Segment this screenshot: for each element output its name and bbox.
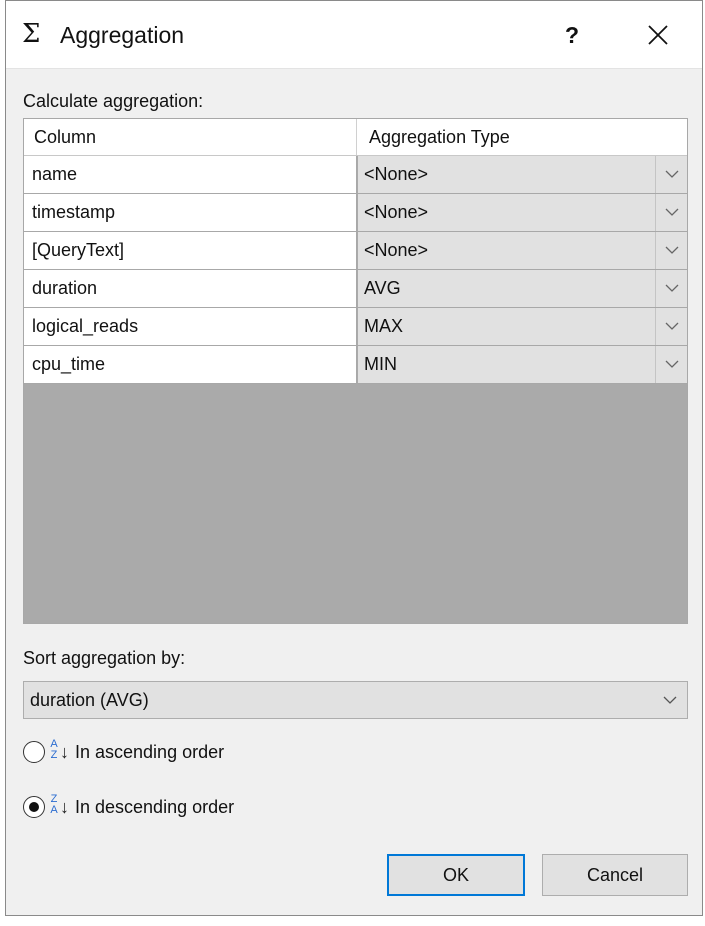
aggregation-grid: Column Aggregation Type name <None> timest…	[23, 118, 688, 624]
table-row: logical_reads MAX	[24, 308, 687, 346]
help-button[interactable]: ?	[552, 15, 592, 55]
chevron-down-icon	[665, 284, 679, 292]
aggregation-type-value: <None>	[364, 164, 429, 184]
close-icon	[648, 25, 668, 45]
column-header[interactable]: Column	[24, 119, 357, 155]
radio-descending-circle[interactable]	[23, 796, 45, 818]
close-button[interactable]	[636, 13, 680, 57]
aggregation-type-value: MIN	[364, 354, 397, 374]
chevron-down-icon	[665, 246, 679, 254]
chevron-down-icon	[665, 360, 679, 368]
aggregation-type-value: AVG	[364, 278, 401, 298]
radio-descending-dot	[29, 802, 39, 812]
grid-header: Column Aggregation Type	[24, 119, 687, 156]
radio-ascending-label: In ascending order	[75, 742, 225, 762]
aggregation-type-header[interactable]: Aggregation Type	[357, 119, 687, 155]
column-name-cell[interactable]: [QueryText]	[24, 232, 357, 269]
table-row: cpu_time MIN	[24, 346, 687, 384]
aggregation-type-dropdown[interactable]: <None>	[358, 194, 687, 231]
table-row: duration AVG	[24, 270, 687, 308]
aggregation-type-dropdown[interactable]: <None>	[358, 232, 687, 269]
aggregation-type-dropdown[interactable]: <None>	[358, 156, 687, 193]
column-name-cell[interactable]: name	[24, 156, 357, 193]
column-name-cell[interactable]: timestamp	[24, 194, 357, 231]
dropdown-separator	[655, 156, 656, 193]
dropdown-separator	[655, 194, 656, 231]
sort-by-value: duration (AVG)	[30, 690, 149, 710]
chevron-down-icon	[665, 208, 679, 216]
title-bar: Σ Aggregation ?	[6, 1, 702, 69]
radio-descending-label: In descending order	[75, 797, 235, 817]
chevron-down-icon	[665, 170, 679, 178]
column-name-cell[interactable]: logical_reads	[24, 308, 357, 345]
aggregation-type-value: <None>	[364, 240, 429, 260]
aggregation-dialog: Σ Aggregation ? Calculate aggregation: C…	[5, 0, 703, 916]
column-name-cell[interactable]: cpu_time	[24, 346, 357, 383]
dropdown-separator	[655, 308, 656, 345]
sigma-icon: Σ	[22, 19, 41, 49]
cancel-button[interactable]: Cancel	[542, 854, 688, 896]
aggregation-type-value: MAX	[364, 316, 404, 336]
ok-button[interactable]: OK	[387, 854, 525, 896]
column-name-cell[interactable]: duration	[24, 270, 357, 307]
dropdown-separator	[655, 346, 656, 383]
aggregation-type-value: <None>	[364, 202, 429, 222]
radio-descending[interactable]: Z A ↓ In descending order	[23, 792, 323, 822]
aggregation-type-dropdown[interactable]: AVG	[358, 270, 687, 307]
chevron-down-icon	[665, 322, 679, 330]
table-row: name <None>	[24, 156, 687, 194]
sort-aggregation-label: Sort aggregation by:	[23, 648, 186, 668]
sort-ascending-letters: A Z	[50, 738, 58, 761]
dialog-title: Aggregation	[60, 22, 185, 48]
table-row: timestamp <None>	[24, 194, 687, 232]
aggregation-type-dropdown[interactable]: MIN	[358, 346, 687, 383]
radio-ascending-circle[interactable]	[23, 741, 45, 763]
chevron-down-icon	[663, 696, 677, 704]
aggregation-type-dropdown[interactable]: MAX	[358, 308, 687, 345]
sort-by-dropdown[interactable]: duration (AVG)	[23, 681, 688, 719]
calculate-aggregation-label: Calculate aggregation:	[23, 91, 204, 111]
radio-ascending[interactable]: A Z ↓ In ascending order	[23, 737, 323, 767]
dropdown-separator	[655, 232, 656, 269]
dropdown-separator	[655, 270, 656, 307]
table-row: [QueryText] <None>	[24, 232, 687, 270]
sort-descending-letters: Z A	[50, 793, 58, 816]
